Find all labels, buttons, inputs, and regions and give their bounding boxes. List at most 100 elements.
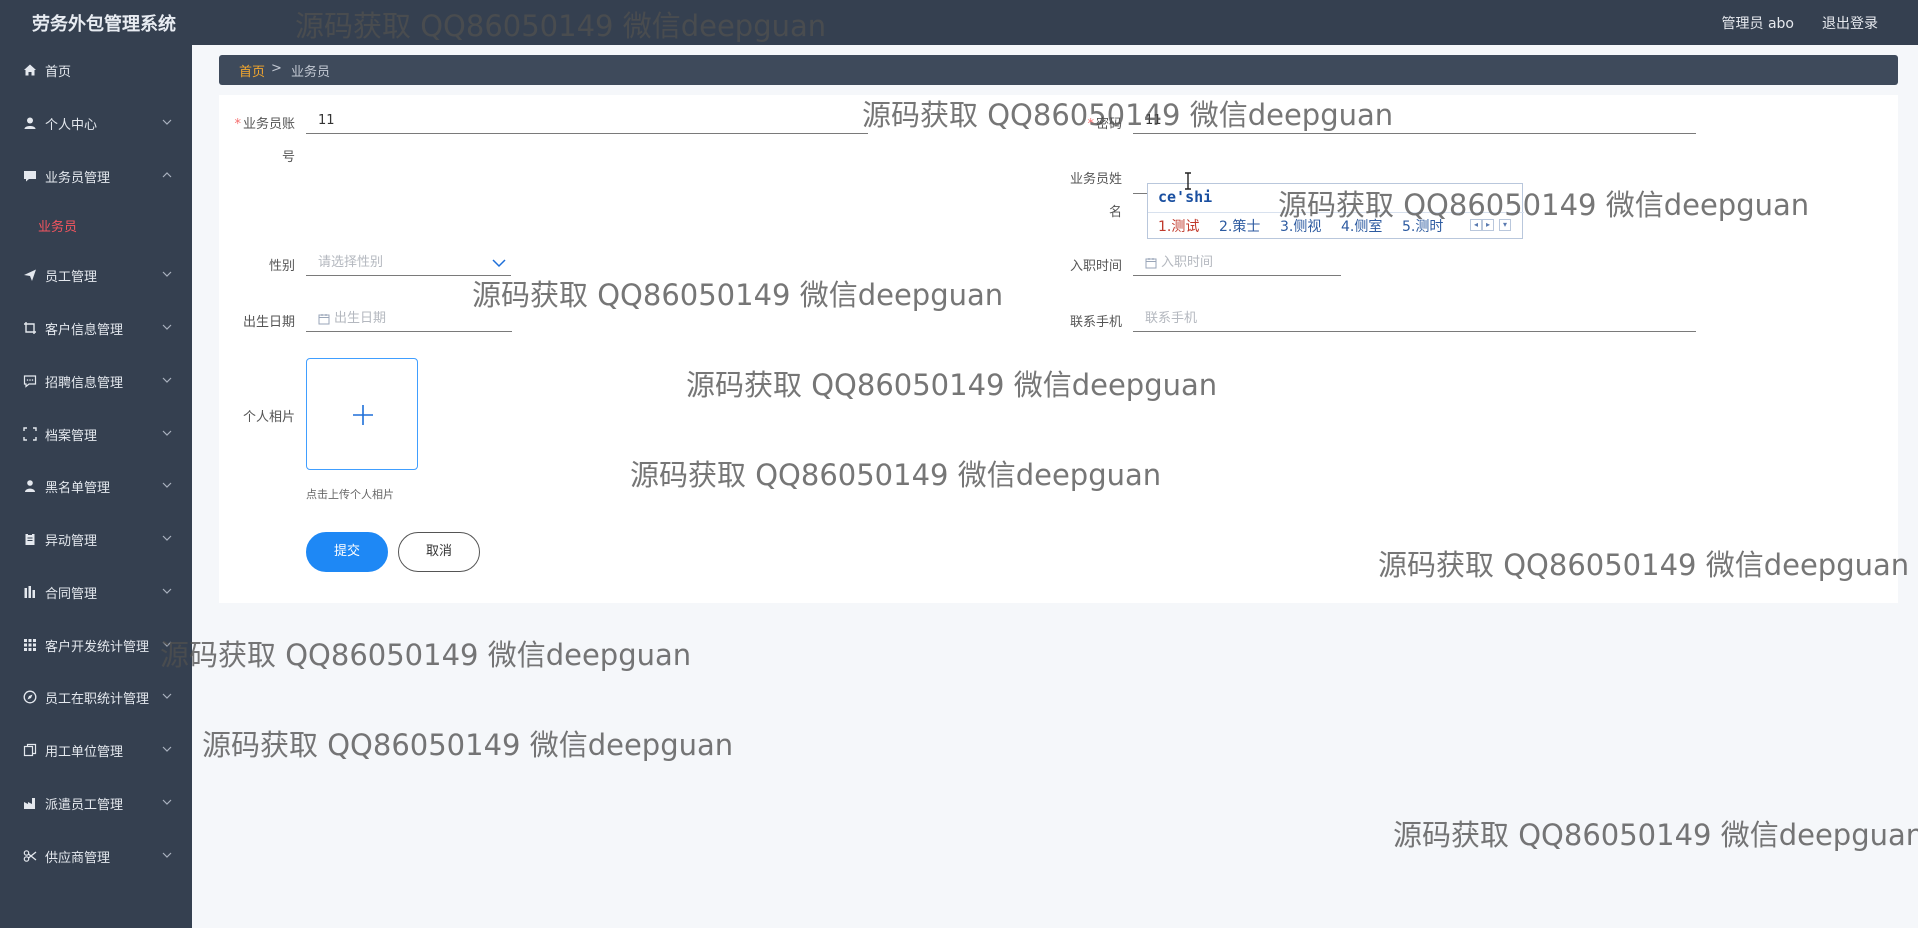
- sidebar-item-changes[interactable]: 异动管理: [0, 517, 192, 561]
- sidebar-item-label: 黑名单管理: [45, 481, 111, 496]
- chat-icon: [22, 168, 38, 184]
- sidebar-item-contracts[interactable]: 合同管理: [0, 570, 192, 614]
- sidebar-item-suppliers[interactable]: 供应商管理: [0, 834, 192, 878]
- chevron-down-icon: [162, 324, 172, 330]
- breadcrumb-separator: >: [271, 61, 282, 76]
- sidebar-item-salesman-management[interactable]: 业务员管理: [0, 154, 192, 198]
- chevron-down-icon: [162, 746, 172, 752]
- calendar-icon: [318, 313, 330, 324]
- sidebar-item-employee-management[interactable]: 员工管理: [0, 253, 192, 297]
- submit-button[interactable]: 提交: [306, 532, 388, 572]
- chevron-down-icon: [162, 799, 172, 805]
- name-label: 业务员姓: [1069, 172, 1122, 187]
- sidebar-item-blacklist[interactable]: 黑名单管理: [0, 464, 192, 508]
- breadcrumb-home-link[interactable]: 首页: [239, 61, 265, 80]
- sidebar-item-label: 业务员: [38, 220, 78, 235]
- sidebar-item-personal-center[interactable]: 个人中心: [0, 101, 192, 145]
- user-icon: [22, 115, 38, 131]
- clipboard-icon: [22, 531, 38, 547]
- ime-candidate[interactable]: 1.测试: [1158, 216, 1199, 236]
- sidebar-item-label: 首页: [45, 65, 72, 80]
- chevron-down-icon: [162, 430, 172, 436]
- birth-date-label: 出生日期: [242, 315, 295, 330]
- sidebar-item-customer-dev-stats[interactable]: 客户开发统计管理: [0, 623, 192, 667]
- crop-icon: [22, 320, 38, 336]
- sidebar-item-label: 员工管理: [45, 270, 98, 285]
- ime-next-icon[interactable]: ▸: [1482, 219, 1494, 231]
- ime-divider: [1148, 212, 1524, 213]
- birth-date-picker[interactable]: 出生日期: [306, 306, 512, 332]
- sidebar-item-label: 异动管理: [45, 534, 98, 549]
- sidebar-item-label: 供应商管理: [45, 851, 111, 866]
- sidebar-item-dispatched-staff[interactable]: 派遣员工管理: [0, 781, 192, 825]
- hire-date-placeholder: 入职时间: [1161, 255, 1214, 270]
- chevron-down-icon: [162, 271, 172, 277]
- hire-date-picker[interactable]: 入职时间: [1133, 250, 1341, 276]
- ime-candidate[interactable]: 3.侧视: [1280, 216, 1321, 236]
- ime-prev-icon[interactable]: ◂: [1470, 219, 1482, 231]
- photo-upload-hint: 点击上传个人相片: [306, 488, 394, 501]
- gender-select-placeholder: 请选择性别: [318, 255, 384, 270]
- sidebar-item-archives[interactable]: 档案管理: [0, 412, 192, 456]
- sidebar-item-employee-stats[interactable]: 员工在职统计管理: [0, 675, 192, 719]
- chevron-down-icon: [162, 641, 172, 647]
- password-label: * 密码: [1087, 117, 1122, 132]
- chevron-down-icon: [162, 119, 172, 125]
- chevron-down-icon: [492, 259, 506, 268]
- account-label: * 业务员账: [234, 117, 295, 132]
- gender-label: 性别: [268, 259, 295, 274]
- fullscreen-icon: [22, 426, 38, 442]
- watermark: 源码获取 QQ86050149 微信deepguan: [202, 728, 734, 762]
- ime-candidate-popup: ce'shi 1.测试 2.策士 3.侧视 4.侧室 5.测时 ◂ ▸ ▾: [1147, 183, 1524, 239]
- name-label-wrap: 名: [1108, 205, 1122, 220]
- sidebar-item-label: 派遣员工管理: [45, 798, 124, 813]
- sidebar-item-label: 招聘信息管理: [45, 376, 124, 391]
- ime-composition: ce'shi: [1158, 188, 1213, 206]
- sidebar-item-customer-info[interactable]: 客户信息管理: [0, 306, 192, 350]
- chevron-down-icon: [162, 482, 172, 488]
- account-input[interactable]: 11: [306, 108, 868, 134]
- sidebar-item-label: 合同管理: [45, 587, 98, 602]
- top-bar: 劳务外包管理系统 管理员 abo 退出登录: [0, 0, 1918, 45]
- ime-expand-icon[interactable]: ▾: [1499, 219, 1511, 231]
- ime-candidate[interactable]: 2.策士: [1219, 216, 1260, 236]
- phone-input[interactable]: 联系手机: [1133, 306, 1696, 332]
- sidebar: 首页 个人中心 业务员管理 业务员 员工管理 客户信息管理 招聘信息管理 档案管…: [0, 45, 192, 928]
- plus-icon: [353, 405, 373, 425]
- birth-date-placeholder: 出生日期: [334, 311, 387, 326]
- watermark: 源码获取 QQ86050149 微信deepguan: [160, 638, 692, 672]
- breadcrumb: 首页 > 业务员: [219, 55, 1898, 85]
- name-input[interactable]: [1133, 168, 1147, 194]
- app-title: 劳务外包管理系统: [32, 14, 176, 35]
- chevron-down-icon: [162, 377, 172, 383]
- photo-upload[interactable]: [306, 358, 418, 470]
- logout-link[interactable]: 退出登录: [1822, 13, 1878, 33]
- password-input[interactable]: 11: [1133, 108, 1696, 134]
- person-icon: [22, 478, 38, 494]
- chevron-up-icon: [162, 172, 172, 178]
- ime-candidate[interactable]: 5.测时: [1402, 216, 1443, 236]
- text-cursor-icon: [1185, 172, 1191, 190]
- sidebar-item-recruitment[interactable]: 招聘信息管理: [0, 359, 192, 403]
- copy-icon: [22, 742, 38, 758]
- chevron-down-icon: [162, 535, 172, 541]
- sidebar-item-label: 业务员管理: [45, 171, 111, 186]
- home-icon: [22, 62, 38, 78]
- ime-candidate[interactable]: 4.侧室: [1341, 216, 1382, 236]
- sidebar-item-label: 客户信息管理: [45, 323, 124, 338]
- sidebar-item-home[interactable]: 首页: [0, 48, 192, 92]
- sidebar-item-label: 档案管理: [45, 429, 98, 444]
- message-icon: [22, 373, 38, 389]
- current-user: 管理员 abo: [1721, 16, 1794, 32]
- send-icon: [22, 267, 38, 283]
- grid-icon: [22, 637, 38, 653]
- cancel-button[interactable]: 取消: [398, 532, 480, 572]
- chevron-down-icon: [162, 852, 172, 858]
- factory-icon: [22, 795, 38, 811]
- gender-select[interactable]: 请选择性别: [306, 250, 511, 276]
- chevron-down-icon: [162, 588, 172, 594]
- sidebar-subitem-salesman[interactable]: 业务员: [0, 205, 192, 245]
- sidebar-item-employer-units[interactable]: 用工单位管理: [0, 728, 192, 772]
- watermark: 源码获取 QQ86050149 微信deepguan: [1393, 818, 1918, 852]
- hire-date-label: 入职时间: [1069, 259, 1122, 274]
